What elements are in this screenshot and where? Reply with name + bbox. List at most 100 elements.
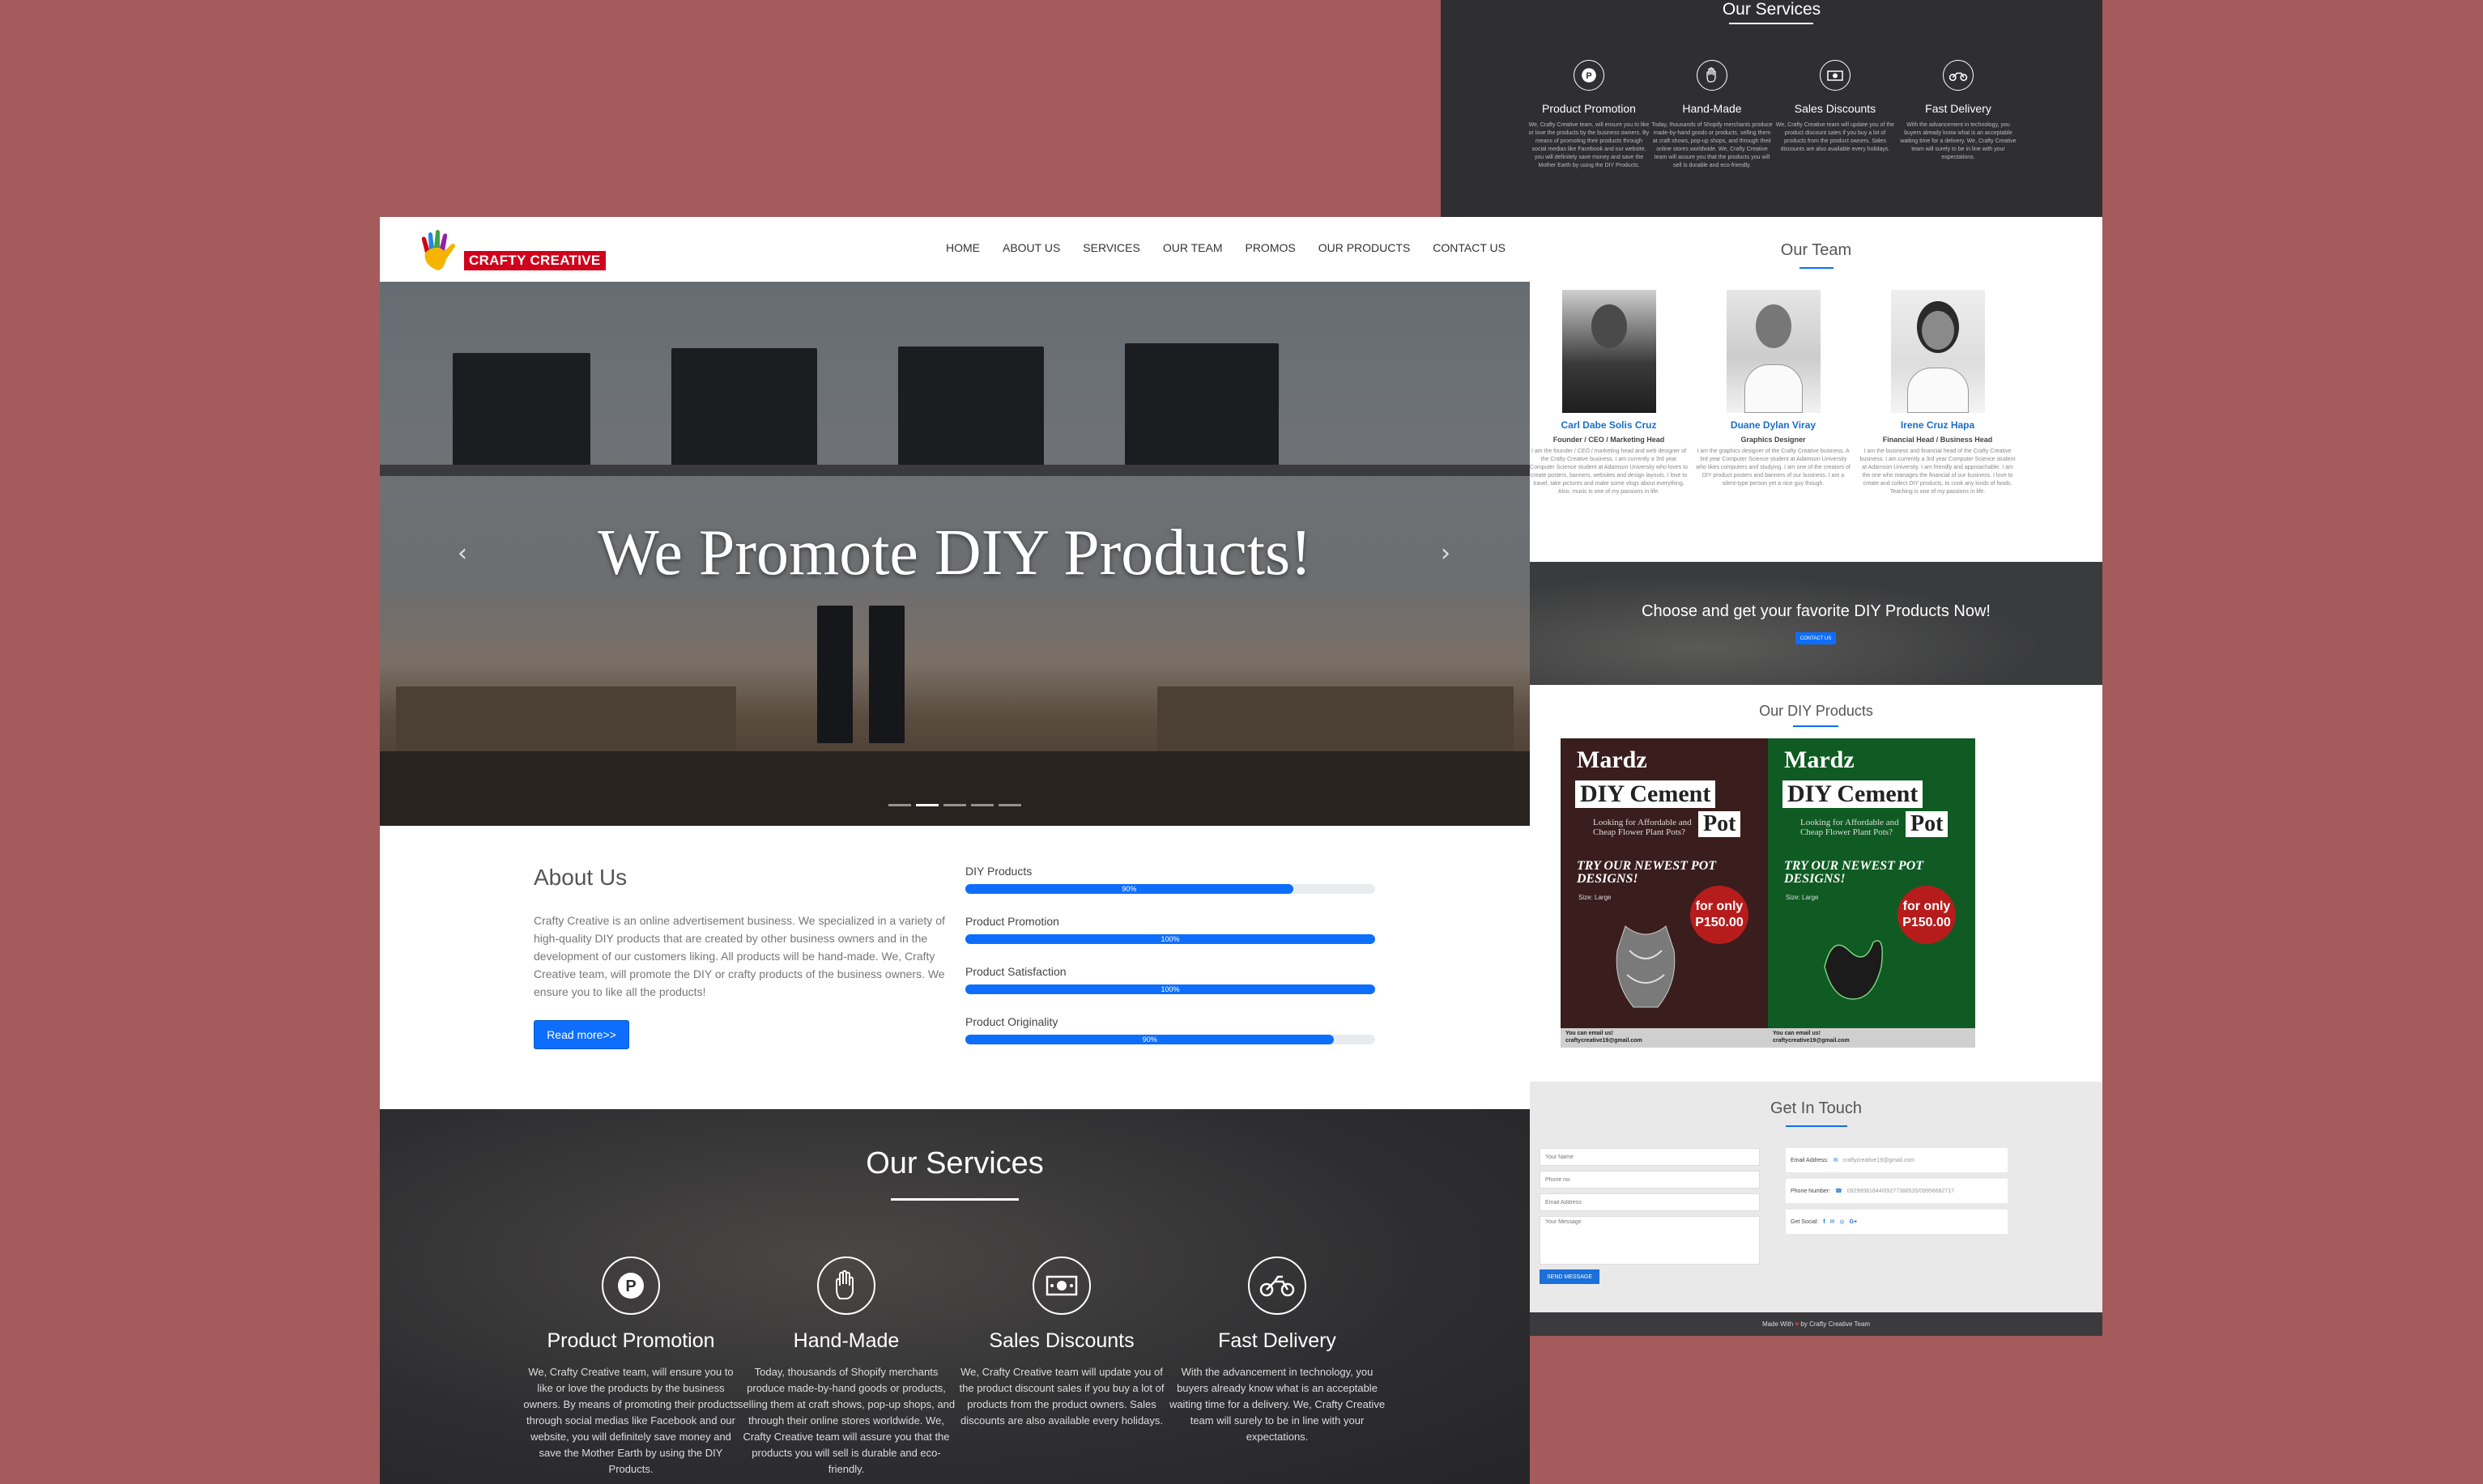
phone-label: Phone Number: — [1791, 1188, 1831, 1194]
gift-box-image — [671, 348, 817, 466]
about-title: About Us — [534, 865, 628, 890]
email-value[interactable]: craftycreative19@gmail.com — [1843, 1158, 1914, 1163]
member-role: Founder / CEO / Marketing Head — [1552, 436, 1665, 444]
team-title: Our Team — [1780, 241, 1852, 259]
member-photo — [1890, 290, 1985, 413]
service-title: Sales Discounts — [1794, 102, 1876, 115]
progress-track: 100% — [965, 934, 1375, 944]
nav-item-our-products[interactable]: OUR PRODUCTS — [1318, 241, 1411, 254]
phone-input[interactable] — [1540, 1171, 1760, 1188]
chevron-left-icon: ‹ — [458, 539, 467, 568]
price-value: P150.00 — [1902, 916, 1951, 929]
carousel-indicator[interactable] — [888, 804, 911, 806]
flyer-email-label: You can email us! — [1773, 1031, 1821, 1036]
pot-image — [1616, 925, 1676, 1008]
name-input[interactable] — [1540, 1148, 1760, 1166]
carousel-indicator[interactable] — [971, 804, 994, 806]
cta-text: Choose and get your favorite DIY Product… — [1642, 602, 1991, 620]
service-card: Fast Delivery With the advancement in te… — [1168, 1257, 1386, 1445]
services-title: Our Services — [1722, 0, 1821, 19]
price-badge: for only P150.00 — [1897, 886, 1956, 944]
title-underline — [891, 1198, 1019, 1201]
instagram-icon[interactable]: ◎ — [1839, 1218, 1844, 1225]
hero-title: We Promote DIY Products! — [598, 517, 1312, 589]
google-plus-icon[interactable]: G+ — [1850, 1219, 1858, 1225]
contact-social-row: Get Social: f ✉ ◎ G+ — [1786, 1210, 2008, 1234]
skill-bar: Product Promotion 100% — [965, 915, 1375, 944]
price-badge: for only P150.00 — [1690, 886, 1748, 944]
member-bio: I am the graphics designer of the Crafty… — [1696, 449, 1851, 487]
pot-image — [1824, 940, 1883, 1000]
product-flyer[interactable]: Mardz DIY Cement Pot Looking for Afforda… — [1561, 738, 1768, 1048]
carousel-indicator[interactable] — [943, 804, 966, 806]
nav-item-about-us[interactable]: ABOUT US — [1003, 241, 1060, 254]
price-prefix: for only — [1902, 899, 1951, 913]
member-bio: I am the business and financial head of … — [1859, 449, 2016, 495]
contact-us-button[interactable]: CONTACT US — [1795, 632, 1836, 644]
gift-box-image — [898, 347, 1044, 466]
member-name[interactable]: Carl Dabe Solis Cruz — [1530, 419, 1688, 431]
flyer-pot: Pot — [1906, 811, 1948, 837]
flyer-tagline: TRY OUR NEWEST POT DESIGNS! — [1784, 859, 1924, 886]
skill-bar: DIY Products 90% — [965, 865, 1375, 894]
price-value: P150.00 — [1695, 916, 1744, 929]
flyer-headline: DIY Cement — [1782, 780, 1923, 808]
nav-item-contact-us[interactable]: CONTACT US — [1433, 241, 1506, 254]
flyer-pot: Pot — [1698, 811, 1741, 837]
carousel-indicator[interactable] — [999, 804, 1021, 806]
product-flyer[interactable]: Mardz DIY Cement Pot Looking for Afforda… — [1768, 738, 1975, 1048]
service-text: We, Crafty Creative team will update you… — [959, 1366, 1165, 1427]
money-bill-icon — [1033, 1257, 1091, 1315]
products-title: Our DIY Products — [1759, 703, 1873, 719]
secondary-page: Our Team Carl Dabe Solis Cruz Founder / … — [1530, 217, 2102, 1336]
phone-value[interactable]: 09299581844/09277386535/09956682717 — [1847, 1188, 1954, 1194]
skill-label: Product Satisfaction — [965, 965, 1067, 978]
footer-suffix: by Crafty Creative Team — [1800, 1320, 1871, 1328]
progress-track: 100% — [965, 984, 1375, 994]
phone-icon: ☎ — [1835, 1188, 1842, 1194]
carousel-prev-button[interactable]: ‹ — [458, 539, 467, 568]
jars-image — [396, 687, 736, 751]
skill-bar: Product Originality 90% — [965, 1015, 1375, 1044]
service-text: We, Crafty Creative team, will ensure yo… — [1528, 122, 1650, 168]
brand-name: CRAFTY CREATIVE — [464, 251, 606, 270]
gift-box-image — [453, 353, 590, 466]
progress-fill: 90% — [965, 1035, 1335, 1044]
parking-p-icon: P — [602, 1257, 660, 1315]
email-social-icon[interactable]: ✉ — [1830, 1218, 1835, 1225]
service-text: Today, thousands of Shopify merchants pr… — [737, 1366, 956, 1475]
skill-label: Product Originality — [965, 1015, 1058, 1028]
nav-item-our-team[interactable]: OUR TEAM — [1163, 241, 1223, 254]
nav-item-services[interactable]: SERVICES — [1083, 241, 1140, 254]
read-more-button[interactable]: Read more>> — [534, 1020, 629, 1049]
footer: Made With ♥ by Crafty Creative Team — [1530, 1312, 2102, 1336]
service-card: Sales Discounts We, Crafty Creative team… — [952, 1257, 1171, 1429]
team-section: Our Team Carl Dabe Solis Cruz Founder / … — [1530, 217, 2102, 562]
service-title: Fast Delivery — [1925, 102, 1991, 115]
flyer-email: craftycreative19@gmail.com — [1565, 1038, 1642, 1044]
member-name[interactable]: Duane Dylan Viray — [1694, 419, 1852, 431]
carousel-indicator[interactable] — [916, 804, 939, 806]
progress-track: 90% — [965, 884, 1375, 894]
progress-fill: 100% — [965, 984, 1375, 994]
nav-item-home[interactable]: HOME — [946, 241, 980, 254]
email-input[interactable] — [1540, 1193, 1760, 1211]
brand-logo[interactable]: CRAFTY CREATIVE — [414, 228, 606, 274]
team-member: Duane Dylan Viray Graphics Designer I am… — [1694, 290, 1852, 488]
service-text: With the advancement in technology, you … — [1900, 122, 2017, 160]
nav-item-promos[interactable]: PROMOS — [1245, 241, 1295, 254]
flyer-brand: Mardz — [1784, 746, 1855, 773]
send-message-button[interactable]: SEND MESSAGE — [1540, 1269, 1599, 1284]
message-textarea[interactable] — [1540, 1216, 1760, 1265]
service-title: Product Promotion — [1542, 102, 1636, 115]
facebook-icon[interactable]: f — [1823, 1219, 1825, 1225]
flyer-size: Size: Large — [1578, 894, 1612, 901]
skill-label: Product Promotion — [965, 915, 1059, 928]
about-section: About Us Crafty Creative is an online ad… — [380, 826, 1530, 1109]
member-role: Graphics Designer — [1740, 436, 1806, 444]
flyer-headline: DIY Cement — [1575, 780, 1716, 808]
member-name[interactable]: Irene Cruz Hapa — [1859, 419, 2017, 431]
progress-track: 90% — [965, 1035, 1375, 1044]
services-preview: Our Services P Product Promotion We, Cra… — [1441, 0, 2102, 217]
carousel-next-button[interactable]: › — [1441, 539, 1450, 568]
